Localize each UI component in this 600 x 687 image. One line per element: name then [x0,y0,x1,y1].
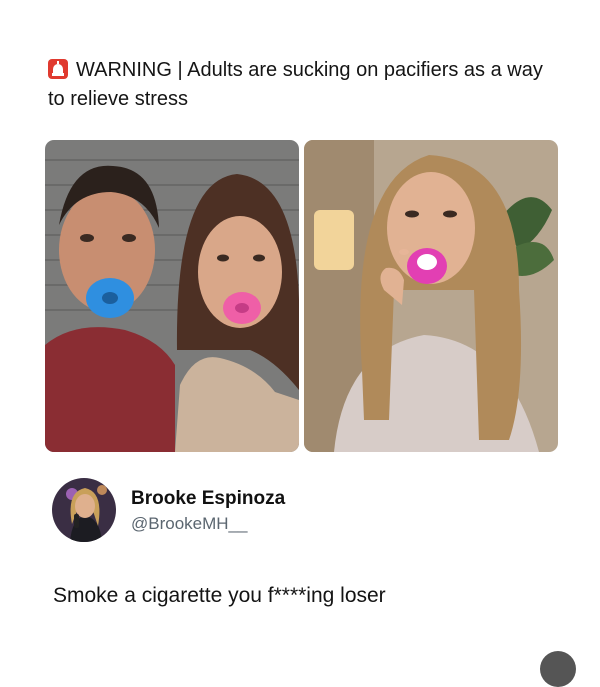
post-author[interactable]: Brooke Espinoza @BrookeMH__ [52,478,532,544]
headline: WARNING | Adults are sucking on pacifier… [48,56,558,114]
post-text: Smoke a cigarette you f****ing loser [53,584,386,607]
author-handle[interactable]: @BrookeMH__ [131,514,247,534]
avatar[interactable] [52,478,116,542]
photo-couple-pacifiers [45,140,299,452]
author-name[interactable]: Brooke Espinoza [131,488,285,510]
headline-text: WARNING | Adults are sucking on pacifier… [48,59,543,110]
siren-icon [48,59,68,79]
photo-woman-pacifier [304,140,558,452]
floating-action-button[interactable] [540,651,576,687]
